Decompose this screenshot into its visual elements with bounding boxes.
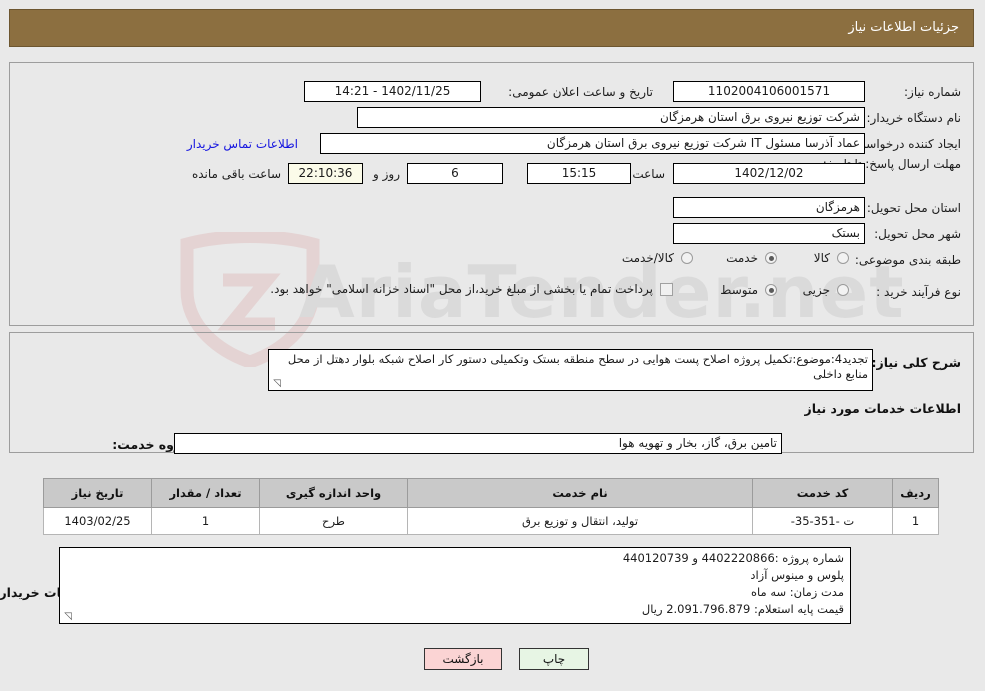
resize-grip-icon[interactable]: ◹ [63,612,73,622]
column-header-unit: واحد اندازه گیری [260,478,409,508]
process-label: نوع فرآیند خرید : [877,285,962,299]
buyer-notes-line: قیمت پایه استعلام: 2.091.796.879 ریال [642,602,845,616]
buyer-notes-line: پلوس و مینوس آزاد [751,568,845,582]
table-row: 1 ت -351-35- تولید، انتقال و توزیع برق ط… [44,507,940,535]
buyer-notes-value[interactable]: شماره پروژه :4402220866 و 440120739 پلوس… [60,547,852,624]
cell-unit: طرح [260,507,409,535]
resize-grip-icon[interactable]: ◹ [272,379,282,389]
cell-quantity: 1 [152,507,261,535]
page-header-bar: جزئیات اطلاعات نیاز [10,9,975,47]
column-header-need-date: تاریخ نیاز [44,478,153,508]
announce-datetime-label: تاریخ و ساعت اعلان عمومی: [509,85,654,99]
buyer-notes-line: شماره پروژه :4402220866 و 440120739 [623,551,845,565]
buyer-org-value: شرکت توزیع نیروی برق استان هرمزگان [358,107,866,128]
radio-indicator[interactable] [766,284,778,296]
cell-service-name: تولید، انتقال و توزیع برق [408,507,754,535]
need-number-value: 1102004106001571 [674,81,866,102]
process-radio-label: متوسط [721,283,759,297]
category-radio-khedmat[interactable]: خدمت [727,251,778,265]
delivery-city-label: شهر محل تحویل: [875,227,962,241]
treasury-bond-checkbox-group[interactable]: پرداخت تمام یا بخشی از مبلغ خرید،از محل … [271,282,674,296]
remaining-days-value: 6 [408,163,504,184]
cell-service-code: ت -351-35- [753,507,894,535]
process-radio-jozei[interactable]: جزیی [804,283,850,297]
radio-indicator[interactable] [838,252,850,264]
cell-need-date: 1403/02/25 [44,507,153,535]
general-description-label: شرح کلی نیاز: [872,355,962,370]
requester-value: عماد آذرسا مسئول IT شرکت توزیع نیروی برق… [321,133,866,154]
category-radio-label: کالا/خدمت [622,251,675,265]
radio-indicator[interactable] [838,284,850,296]
deadline-label: مهلت ارسال پاسخ: تا تاریخ: [823,157,962,171]
buyer-org-label: نام دستگاه خریدار: [867,111,963,125]
treasury-bond-label: پرداخت تمام یا بخشی از مبلغ خرید،از محل … [271,282,654,296]
services-table-wrapper: ردیف کد خدمت نام خدمت واحد اندازه گیری ت… [44,478,940,535]
services-table: ردیف کد خدمت نام خدمت واحد اندازه گیری ت… [44,478,940,535]
delivery-province-label: استان محل تحویل: [867,201,962,215]
remaining-time-value: 22:10:36 [289,163,364,184]
process-radio-label: جزیی [803,283,831,297]
remaining-days-label: روز و [374,167,401,181]
buyer-notes-line: مدت زمان: سه ماه [751,585,845,599]
remaining-hours-label: ساعت باقی مانده [192,167,282,181]
category-radio-label: خدمت [727,251,759,265]
announce-datetime-value: 1402/11/25 - 14:21 [305,81,482,102]
category-radio-kala[interactable]: کالا [815,251,850,265]
column-header-quantity: تعداد / مقدار [152,478,261,508]
deadline-time-value: 15:15 [528,163,632,184]
delivery-city-value: بستک [674,223,866,244]
radio-indicator[interactable] [682,252,694,264]
need-number-label: شماره نیاز: [905,85,962,99]
radio-indicator[interactable] [766,252,778,264]
column-header-radif: ردیف [893,478,940,508]
category-radio-kala-khedmat[interactable]: کالا/خدمت [623,251,694,265]
general-description-value[interactable]: تجدید4:موضوع:تکمیل پروژه اصلاح پست هوایی… [269,349,874,391]
page-title: جزئیات اطلاعات نیاز [849,20,960,35]
buyer-contact-link[interactable]: اطلاعات تماس خریدار [188,137,299,151]
cell-radif: 1 [893,507,940,535]
print-button[interactable]: چاپ [520,648,590,670]
services-section-title: اطلاعات خدمات مورد نیاز [805,401,963,416]
checkbox-indicator[interactable] [661,282,674,296]
process-radio-motevaset[interactable]: متوسط [721,283,778,297]
back-button[interactable]: بازگشت [425,648,503,670]
need-info-panel: شماره نیاز: 1102004106001571 تاریخ و ساع… [10,62,975,326]
delivery-province-value: هرمزگان [674,197,866,218]
deadline-date-value: 1402/12/02 [674,163,866,184]
service-group-value: تامین برق، گاز، بخار و تهویه هوا [175,433,783,454]
category-label: طبقه بندی موضوعی: [855,253,962,267]
deadline-hour-label: ساعت [633,167,666,181]
column-header-service-name: نام خدمت [408,478,754,508]
general-description-text: تجدید4:موضوع:تکمیل پروژه اصلاح پست هوایی… [288,352,869,381]
column-header-service-code: کد خدمت [753,478,894,508]
requester-label: ایجاد کننده درخواست: [851,137,962,151]
table-header-row: ردیف کد خدمت نام خدمت واحد اندازه گیری ت… [44,478,940,508]
category-radio-label: کالا [814,251,831,265]
